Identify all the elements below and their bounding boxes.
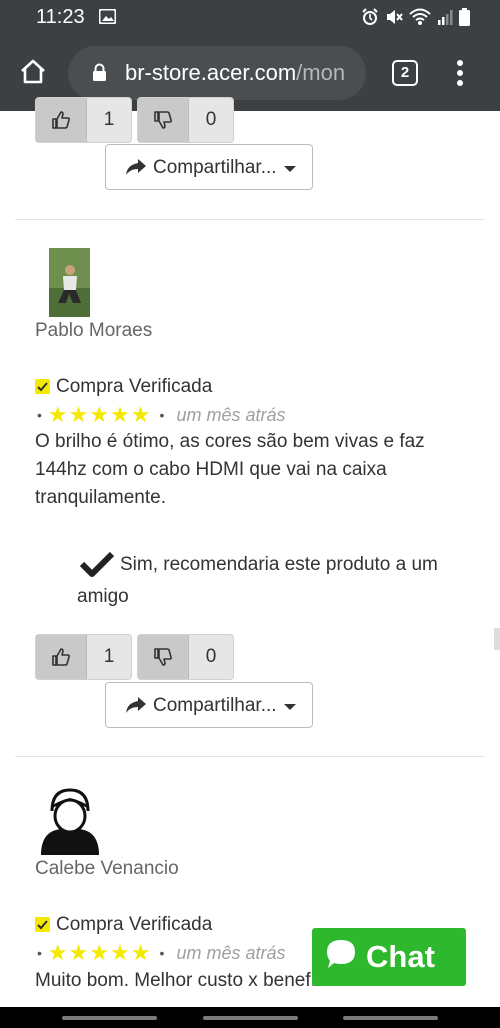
thumbs-up-icon bbox=[36, 98, 87, 142]
verified-label: Compra Verificada bbox=[56, 376, 213, 397]
review-divider bbox=[15, 219, 485, 220]
avatar[interactable] bbox=[39, 785, 101, 855]
share-dropdown-button[interactable]: Compartilhar... bbox=[105, 144, 313, 190]
mute-icon bbox=[387, 10, 403, 24]
check-icon bbox=[35, 379, 50, 394]
reviewer-name: Calebe Venancio bbox=[35, 858, 179, 879]
star-rating-icon: ★★★★★ bbox=[47, 402, 152, 427]
bullet: • bbox=[159, 407, 165, 423]
url-text: br-store.acer.com/mon bbox=[125, 60, 357, 86]
review-divider bbox=[15, 756, 485, 757]
url-host: br-store.acer.com bbox=[125, 60, 297, 85]
system-navigation-bar bbox=[0, 1007, 500, 1028]
recommendation-text: Sim, recomendaria este produto a um amig… bbox=[77, 554, 438, 607]
share-dropdown-button[interactable]: Compartilhar... bbox=[105, 682, 313, 728]
review-time: um mês atrás bbox=[176, 404, 286, 425]
bullet: • bbox=[159, 945, 165, 961]
alarm-icon bbox=[362, 8, 378, 25]
helpful-count: 1 bbox=[103, 646, 115, 667]
reviewer-name: Pablo Moraes bbox=[35, 320, 153, 341]
review-rating: • ★★★★★ • um mês atrás bbox=[37, 940, 285, 966]
review-time: um mês atrás bbox=[176, 942, 286, 963]
star-rating-icon: ★★★★★ bbox=[47, 940, 152, 965]
recommendation: Sim, recomendaria este produto a um amig… bbox=[77, 549, 467, 613]
share-label: Compartilhar... bbox=[153, 157, 277, 178]
helpful-vote-button[interactable]: 1 bbox=[35, 97, 132, 143]
tab-switcher-button[interactable]: 2 bbox=[392, 60, 418, 86]
share-label: Compartilhar... bbox=[153, 695, 277, 716]
thumbs-up-icon bbox=[36, 635, 87, 679]
share-arrow-icon bbox=[126, 697, 146, 713]
url-path: /mon bbox=[296, 60, 346, 85]
unhelpful-vote-button[interactable]: 0 bbox=[137, 97, 234, 143]
thumbs-down-icon bbox=[138, 98, 189, 142]
unhelpful-count: 0 bbox=[205, 109, 217, 130]
chevron-down-icon bbox=[284, 704, 296, 710]
scroll-indicator[interactable] bbox=[494, 628, 500, 650]
status-bar: 11:23 bbox=[0, 0, 500, 36]
unhelpful-count: 0 bbox=[205, 646, 217, 667]
check-icon bbox=[35, 917, 50, 932]
helpful-count: 1 bbox=[103, 109, 115, 130]
address-bar[interactable]: br-store.acer.com/mon bbox=[68, 46, 366, 100]
thumbs-down-icon bbox=[138, 635, 189, 679]
home-icon[interactable] bbox=[19, 58, 47, 84]
gallery-icon bbox=[99, 9, 116, 24]
bullet: • bbox=[37, 945, 42, 961]
nav-home-handle[interactable] bbox=[203, 1016, 298, 1020]
chevron-down-icon bbox=[284, 166, 296, 172]
bullet: • bbox=[37, 407, 42, 423]
chat-button[interactable]: Chat bbox=[312, 928, 466, 986]
review-text: O brilho é ótimo, as cores são bem vivas… bbox=[35, 431, 425, 508]
more-options-icon[interactable] bbox=[456, 60, 464, 86]
chat-bubble-icon bbox=[327, 940, 355, 968]
checkmark-icon bbox=[79, 551, 115, 577]
signal-icon bbox=[438, 10, 453, 25]
unhelpful-vote-button[interactable]: 0 bbox=[137, 634, 234, 680]
lock-icon bbox=[93, 63, 106, 81]
verified-label: Compra Verificada bbox=[56, 914, 213, 935]
avatar[interactable] bbox=[49, 248, 90, 317]
battery-icon bbox=[459, 8, 470, 26]
nav-recents-handle[interactable] bbox=[62, 1016, 157, 1020]
helpful-vote-button[interactable]: 1 bbox=[35, 634, 132, 680]
nav-back-handle[interactable] bbox=[343, 1016, 438, 1020]
wifi-icon bbox=[409, 8, 431, 25]
status-time: 11:23 bbox=[36, 6, 85, 28]
share-arrow-icon bbox=[126, 159, 146, 175]
chat-label: Chat bbox=[366, 939, 435, 974]
review-rating: • ★★★★★ • um mês atrás bbox=[37, 402, 285, 428]
